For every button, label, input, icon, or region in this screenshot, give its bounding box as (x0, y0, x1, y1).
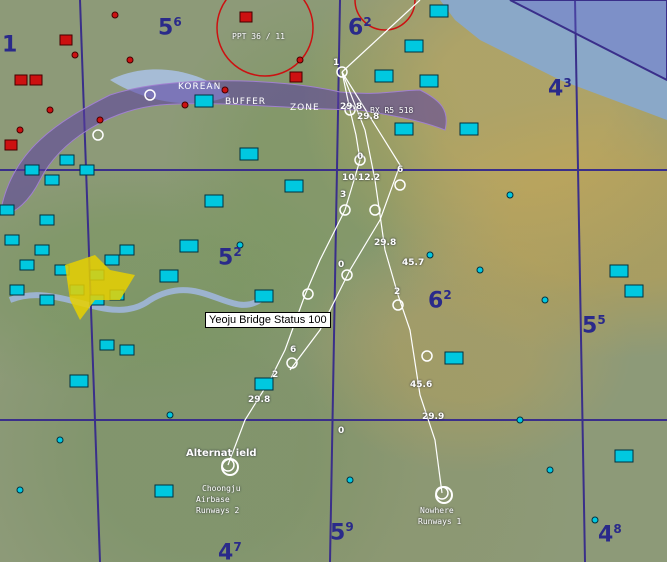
waypoint-label: 29.8 (357, 112, 380, 122)
waypoint-label: 6 (290, 345, 297, 355)
buffer-zone-label: BUFFER (225, 97, 267, 107)
choongju-label: Runways 2 (196, 506, 240, 515)
sector-label: 55 (582, 313, 606, 339)
sector-label: 48 (598, 522, 622, 548)
sector-label: 56 (158, 15, 182, 41)
tactical-map[interactable]: 56 62 43 52 62 55 59 48 47 1 KOREAN BUFF… (0, 0, 667, 562)
waypoint-label: 3 (340, 190, 347, 200)
waypoint-label: 2 (272, 370, 279, 380)
buffer-zone-label: KOREAN (178, 82, 222, 92)
sector-label: 43 (548, 76, 572, 102)
waypoint-label: 45.6 (410, 380, 433, 390)
sector-label: 62 (428, 288, 452, 314)
waypoint-label: 29.8 (374, 238, 397, 248)
target-status-tooltip: Yeoju Bridge Status 100 (205, 312, 331, 328)
waypoint-label: 0 (338, 260, 345, 270)
waypoint-label: 0 (357, 152, 364, 162)
sector-label: 62 (348, 15, 372, 41)
waypoint-label: 2 (394, 287, 401, 297)
waypoint-label: 45.7 (402, 258, 425, 268)
choongju-label: Airbase (196, 495, 230, 504)
sector-label: 1 (2, 32, 18, 58)
buffer-zone-label: ZONE (290, 103, 320, 113)
sector-label: 47 (218, 540, 242, 562)
waypoint-label: 29.8 (248, 395, 271, 405)
waypoint-label: 29.8 (340, 102, 363, 112)
airbase-icon[interactable] (221, 458, 239, 476)
waypoint-label: 6 (397, 165, 404, 175)
waypoint-label: 29.9 (422, 412, 445, 422)
alternate-airfield-label: Alternat ield (186, 448, 257, 459)
nowhere-label: Runways 1 (418, 517, 462, 526)
ppt-label: PPT 36 / 11 (232, 32, 285, 41)
nowhere-label: Nowhere (420, 506, 454, 515)
waypoint-label: 10.12.2 (342, 173, 381, 183)
sector-label: 59 (330, 520, 354, 546)
choongju-label: Choongju (202, 484, 241, 493)
sector-label: 52 (218, 245, 242, 271)
waypoint-label: 1 (333, 58, 340, 68)
airbase-icon[interactable] (435, 486, 453, 504)
waypoint-label: 0 (338, 426, 345, 436)
